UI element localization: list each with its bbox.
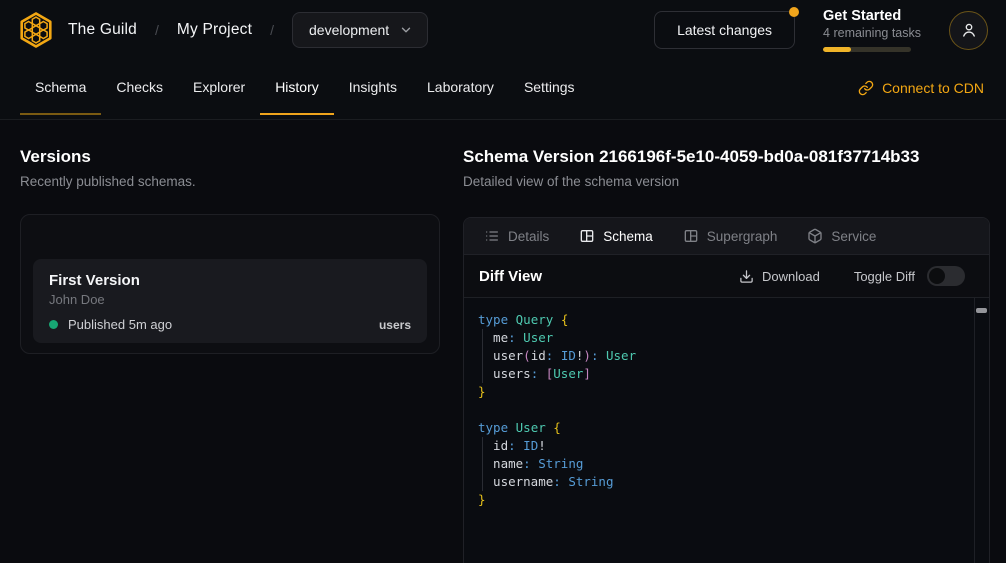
app-root: The Guild / My Project / development Lat… bbox=[0, 0, 1006, 563]
nav-tab-history[interactable]: History bbox=[260, 60, 334, 115]
schema-version-title: Schema Version 2166196f-5e10-4059-bd0a-0… bbox=[463, 146, 990, 168]
download-icon bbox=[739, 269, 754, 284]
breadcrumb-org[interactable]: The Guild bbox=[68, 21, 137, 39]
tab-supergraph[interactable]: Supergraph bbox=[683, 228, 778, 244]
code-line: id: ID! bbox=[478, 437, 969, 455]
tab-service[interactable]: Service bbox=[807, 228, 876, 244]
code-line: } bbox=[478, 491, 969, 509]
code-line: username: String bbox=[478, 473, 969, 491]
versions-list-card: First Version John Doe Published 5m ago … bbox=[20, 214, 440, 354]
diff-toolbar: Diff View Download Toggle Diff bbox=[464, 255, 989, 298]
schema-version-subtitle: Detailed view of the schema version bbox=[463, 173, 990, 191]
nav-tab-label: Checks bbox=[116, 79, 163, 95]
get-started-progress-fill bbox=[823, 47, 851, 52]
main-content: Versions Recently published schemas. Fir… bbox=[0, 120, 1006, 563]
top-header: The Guild / My Project / development Lat… bbox=[0, 0, 1006, 60]
person-icon bbox=[960, 21, 978, 39]
list-icon bbox=[484, 228, 500, 244]
latest-changes-label: Latest changes bbox=[677, 22, 772, 38]
nav-tab-label: Schema bbox=[35, 79, 86, 95]
code-line: users: [User] bbox=[478, 365, 969, 383]
nav-tab-label: Settings bbox=[524, 79, 575, 95]
schema-version-panel: Details Schema bbox=[463, 217, 990, 563]
version-service-badge: users bbox=[379, 318, 411, 332]
code-line: user(id: ID!): User bbox=[478, 347, 969, 365]
schema-code-viewer[interactable]: type Query { me: User user(id: ID!): Use… bbox=[464, 298, 989, 563]
toggle-diff-control: Toggle Diff bbox=[854, 266, 965, 286]
nav-tab-label: Insights bbox=[349, 79, 397, 95]
nav-tab-checks[interactable]: Checks bbox=[101, 60, 178, 115]
tab-schema[interactable]: Schema bbox=[579, 228, 653, 244]
get-started-progress-bar bbox=[823, 47, 911, 52]
version-status-text: Published 5m ago bbox=[68, 317, 172, 332]
notification-dot bbox=[789, 7, 799, 17]
panel-tab-bar: Details Schema bbox=[464, 218, 989, 255]
version-list-item[interactable]: First Version John Doe Published 5m ago … bbox=[33, 259, 427, 343]
get-started-subtitle: 4 remaining tasks bbox=[823, 26, 921, 40]
versions-title: Versions bbox=[20, 146, 440, 168]
tab-label: Service bbox=[831, 229, 876, 244]
code-scrollbar-thumb[interactable] bbox=[976, 308, 987, 313]
breadcrumb: The Guild / My Project / bbox=[68, 21, 274, 39]
nav-tab-explorer[interactable]: Explorer bbox=[178, 60, 260, 115]
indent-guide bbox=[482, 329, 483, 383]
get-started-widget[interactable]: Get Started 4 remaining tasks bbox=[823, 8, 921, 52]
code-line bbox=[478, 401, 969, 419]
diff-actions: Download Toggle Diff bbox=[739, 266, 965, 286]
schema-version-column: Schema Version 2166196f-5e10-4059-bd0a-0… bbox=[463, 120, 1006, 563]
latest-changes-button[interactable]: Latest changes bbox=[654, 11, 795, 49]
primary-nav: Schema Checks Explorer History Insights … bbox=[0, 60, 1006, 120]
versions-subtitle: Recently published schemas. bbox=[20, 173, 440, 191]
tab-label: Details bbox=[508, 229, 549, 244]
nav-tab-label: Laboratory bbox=[427, 79, 494, 95]
columns-icon bbox=[683, 228, 699, 244]
breadcrumb-separator: / bbox=[155, 22, 159, 38]
columns-icon bbox=[579, 228, 595, 244]
code-line: type Query { bbox=[478, 311, 969, 329]
published-status-dot bbox=[49, 320, 58, 329]
cube-icon bbox=[807, 228, 823, 244]
breadcrumb-separator: / bbox=[270, 22, 274, 38]
code-line: } bbox=[478, 383, 969, 401]
tab-label: Schema bbox=[603, 229, 653, 244]
code-block: type Query { me: User user(id: ID!): Use… bbox=[478, 311, 969, 509]
code-scrollbar-track[interactable] bbox=[974, 298, 975, 563]
code-line: type User { bbox=[478, 419, 969, 437]
connect-to-cdn-link[interactable]: Connect to CDN bbox=[858, 60, 984, 116]
connect-to-cdn-label: Connect to CDN bbox=[882, 80, 984, 96]
get-started-title: Get Started bbox=[823, 8, 921, 24]
toggle-knob bbox=[929, 268, 945, 284]
download-button[interactable]: Download bbox=[739, 269, 820, 284]
header-right-group: Latest changes Get Started 4 remaining t… bbox=[654, 8, 988, 52]
toggle-diff-label: Toggle Diff bbox=[854, 269, 915, 284]
version-author: John Doe bbox=[49, 291, 411, 308]
environment-selector[interactable]: development bbox=[292, 12, 428, 48]
nav-tab-laboratory[interactable]: Laboratory bbox=[412, 60, 509, 115]
nav-tab-label: Explorer bbox=[193, 79, 245, 95]
indent-guide bbox=[482, 437, 483, 491]
environment-selected-value: development bbox=[309, 22, 389, 38]
nav-tab-label: History bbox=[275, 79, 319, 95]
version-status-row: Published 5m ago users bbox=[49, 317, 411, 332]
link-icon bbox=[858, 80, 874, 96]
nav-tab-settings[interactable]: Settings bbox=[509, 60, 590, 115]
tab-details[interactable]: Details bbox=[484, 228, 549, 244]
versions-column: Versions Recently published schemas. Fir… bbox=[0, 120, 463, 563]
nav-tab-schema[interactable]: Schema bbox=[20, 60, 101, 115]
nav-tab-insights[interactable]: Insights bbox=[334, 60, 412, 115]
breadcrumb-project[interactable]: My Project bbox=[177, 21, 252, 39]
user-avatar[interactable] bbox=[949, 11, 988, 50]
code-line: me: User bbox=[478, 329, 969, 347]
version-name: First Version bbox=[49, 271, 411, 291]
code-line: name: String bbox=[478, 455, 969, 473]
tab-label: Supergraph bbox=[707, 229, 778, 244]
guild-logo-icon[interactable] bbox=[16, 10, 56, 50]
diff-view-title: Diff View bbox=[479, 268, 542, 285]
toggle-diff-switch[interactable] bbox=[927, 266, 965, 286]
download-label: Download bbox=[762, 269, 820, 284]
chevron-down-icon bbox=[399, 23, 413, 37]
